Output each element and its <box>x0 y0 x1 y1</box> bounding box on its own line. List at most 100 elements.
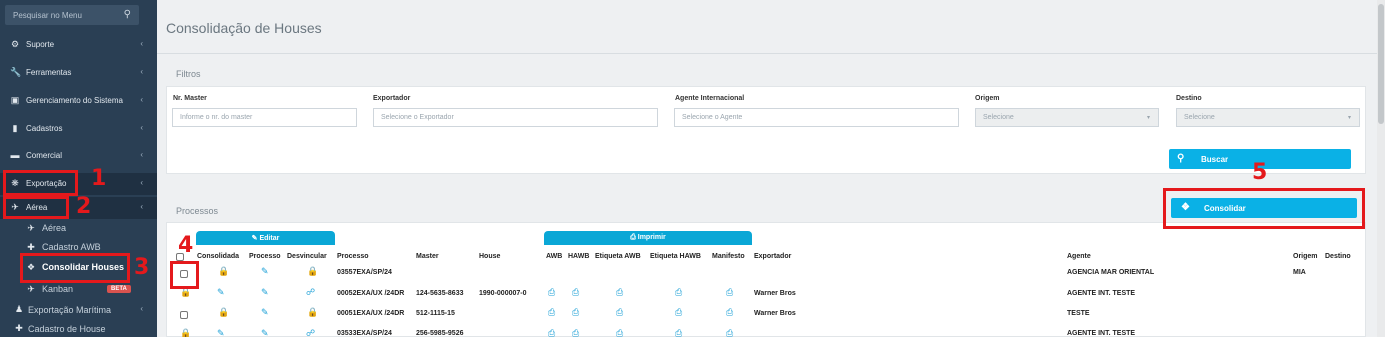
print-etiqueta-awb-icon[interactable]: ⎙ <box>616 287 623 298</box>
briefcase-icon: ▬ <box>10 150 20 160</box>
edit-icon[interactable]: ✎ <box>217 287 225 298</box>
sidebar-item-gerenciamento[interactable]: ▣ Gerenciamento do Sistema ‹ <box>0 90 157 112</box>
col-master: Master <box>416 253 439 260</box>
agente-cell: AGENTE INT. TESTE <box>1067 290 1136 297</box>
origem-cell: MIA <box>1293 269 1306 276</box>
print-hawb-icon[interactable]: ⎙ <box>572 287 579 298</box>
page-scrollbar[interactable] <box>1377 0 1385 337</box>
tab-imprimir[interactable]: ⎙ Imprimir <box>544 231 752 245</box>
col-hawb: HAWB <box>568 253 590 260</box>
print-awb-icon[interactable]: ⎙ <box>548 287 555 298</box>
exportador-placeholder: Selecione o Exportador <box>381 114 454 121</box>
col-exportador: Exportador <box>754 253 792 260</box>
sidebar-item-label: Gerenciamento do Sistema <box>26 96 123 105</box>
edit-icon[interactable]: ✎ <box>261 287 269 298</box>
sidebar-item-cadastros[interactable]: ▮ Cadastros ‹ <box>0 118 157 140</box>
agente-select[interactable]: Selecione o Agente <box>674 108 959 127</box>
col-awb: AWB <box>546 253 563 260</box>
sidebar-item-comercial[interactable]: ▬ Comercial ‹ <box>0 145 157 167</box>
tab-editar[interactable]: ✎ Editar <box>196 231 335 245</box>
annotation-number-1: 1 <box>91 166 107 191</box>
processes-title: Processos <box>176 206 219 216</box>
chevron-left-icon: ‹ <box>140 150 143 159</box>
unlink-icon[interactable]: ☍ <box>306 287 315 298</box>
search-icon[interactable]: ⚲ <box>124 9 131 20</box>
sidebar-item-suporte[interactable]: ⚙ Suporte ‹ <box>0 34 157 56</box>
col-house: House <box>479 253 501 260</box>
print-hawb-icon[interactable]: ⎙ <box>572 307 579 318</box>
menu-search-placeholder: Pesquisar no Menu <box>13 11 82 20</box>
edit-icon[interactable]: ✎ <box>261 328 269 337</box>
processo-cell[interactable]: 00051EXA/UX /24DR <box>337 310 404 317</box>
print-etiqueta-awb-icon[interactable]: ⎙ <box>616 307 623 318</box>
destino-select[interactable]: Selecione ▾ <box>1176 108 1360 127</box>
wrench-icon: 🔧 <box>10 67 22 77</box>
col-desvincular: Desvincular <box>287 253 327 260</box>
annotation-box-3 <box>20 253 130 283</box>
print-manifesto-icon[interactable]: ⎙ <box>726 287 733 298</box>
plane-icon: ✈ <box>27 284 35 294</box>
origem-label: Origem <box>975 95 1000 102</box>
sidebar-item-label: Exportação Marítima <box>28 305 112 315</box>
agente-label: Agente Internacional <box>675 95 745 102</box>
print-etiqueta-hawb-icon[interactable]: ⎙ <box>675 287 682 298</box>
processo-cell[interactable]: 00052EXA/UX /24DR <box>337 290 404 297</box>
print-manifesto-icon[interactable]: ⎙ <box>726 307 733 318</box>
caret-down-icon: ▾ <box>1146 115 1150 121</box>
tab-imprimir-label: Imprimir <box>637 234 666 241</box>
title-divider <box>157 53 1377 54</box>
edit-icon[interactable]: ✎ <box>217 328 225 337</box>
print-awb-icon[interactable]: ⎙ <box>548 328 555 337</box>
agente-placeholder: Selecione o Agente <box>682 114 743 121</box>
search-icon: ⚲ <box>1177 153 1185 164</box>
print-etiqueta-awb-icon[interactable]: ⎙ <box>616 328 623 337</box>
edit-icon[interactable]: ✎ <box>261 307 269 318</box>
caret-down-icon: ▾ <box>1347 115 1351 121</box>
lock-icon: 🔒 <box>307 266 319 276</box>
exportador-label: Exportador <box>373 95 411 102</box>
agente-cell: AGENCIA MAR ORIENTAL <box>1067 269 1155 276</box>
chevron-left-icon: ‹ <box>140 304 143 313</box>
col-agente: Agente <box>1067 253 1091 260</box>
processo-cell[interactable]: 03533EXA/SP/24 <box>337 330 392 337</box>
print-awb-icon[interactable]: ⎙ <box>548 307 555 318</box>
edit-icon[interactable]: ✎ <box>261 266 269 277</box>
master-input[interactable]: Informe o nr. do master <box>172 108 357 127</box>
cog-icon: ⚙ <box>10 39 20 49</box>
book-icon: ▮ <box>12 123 18 133</box>
processes-panel <box>166 222 1366 337</box>
exportador-select[interactable]: Selecione o Exportador <box>373 108 658 127</box>
person-icon: ♟ <box>14 304 24 314</box>
origem-value: Selecione <box>983 114 1014 121</box>
unlink-icon[interactable]: ☍ <box>306 328 315 337</box>
col-etiqueta-hawb: Etiqueta HAWB <box>650 253 701 260</box>
sidebar-item-ferramentas[interactable]: 🔧 Ferramentas ‹ <box>0 62 157 84</box>
sidebar-item-cadastro-house[interactable]: ✚ Cadastro de House <box>0 318 157 337</box>
annotation-number-5: 5 <box>1252 160 1268 185</box>
buscar-label: Buscar <box>1201 155 1229 164</box>
print-etiqueta-hawb-icon[interactable]: ⎙ <box>675 328 682 337</box>
beta-badge: BETA <box>107 285 131 293</box>
origem-select[interactable]: Selecione ▾ <box>975 108 1159 127</box>
scrollbar-thumb[interactable] <box>1378 4 1384 124</box>
print-hawb-icon[interactable]: ⎙ <box>572 328 579 337</box>
col-origem: Origem <box>1293 253 1318 260</box>
sidebar-item-label: Kanban <box>42 284 74 294</box>
monitor-icon: ▣ <box>10 95 20 105</box>
agente-cell: AGENTE INT. TESTE <box>1067 330 1136 337</box>
processo-cell[interactable]: 03557EXA/SP/24 <box>337 269 392 276</box>
menu-search-input[interactable]: Pesquisar no Menu ⚲ <box>5 5 139 25</box>
annotation-box-1 <box>3 170 78 196</box>
print-etiqueta-hawb-icon[interactable]: ⎙ <box>675 307 682 318</box>
col-processo-num: Processo <box>337 253 369 260</box>
chevron-left-icon: ‹ <box>140 39 143 48</box>
plus-icon: ✚ <box>15 323 23 333</box>
sidebar-item-label: Ferramentas <box>26 68 72 77</box>
page-title: Consolidação de Houses <box>166 20 322 36</box>
master-cell: 256-5985-9526 <box>416 330 464 337</box>
chevron-left-icon: ‹ <box>140 95 143 104</box>
print-manifesto-icon[interactable]: ⎙ <box>726 328 733 337</box>
lock-icon: 🔒 <box>307 307 319 317</box>
exportador-cell: Warner Bros <box>754 290 796 297</box>
row-checkbox[interactable] <box>180 311 188 319</box>
